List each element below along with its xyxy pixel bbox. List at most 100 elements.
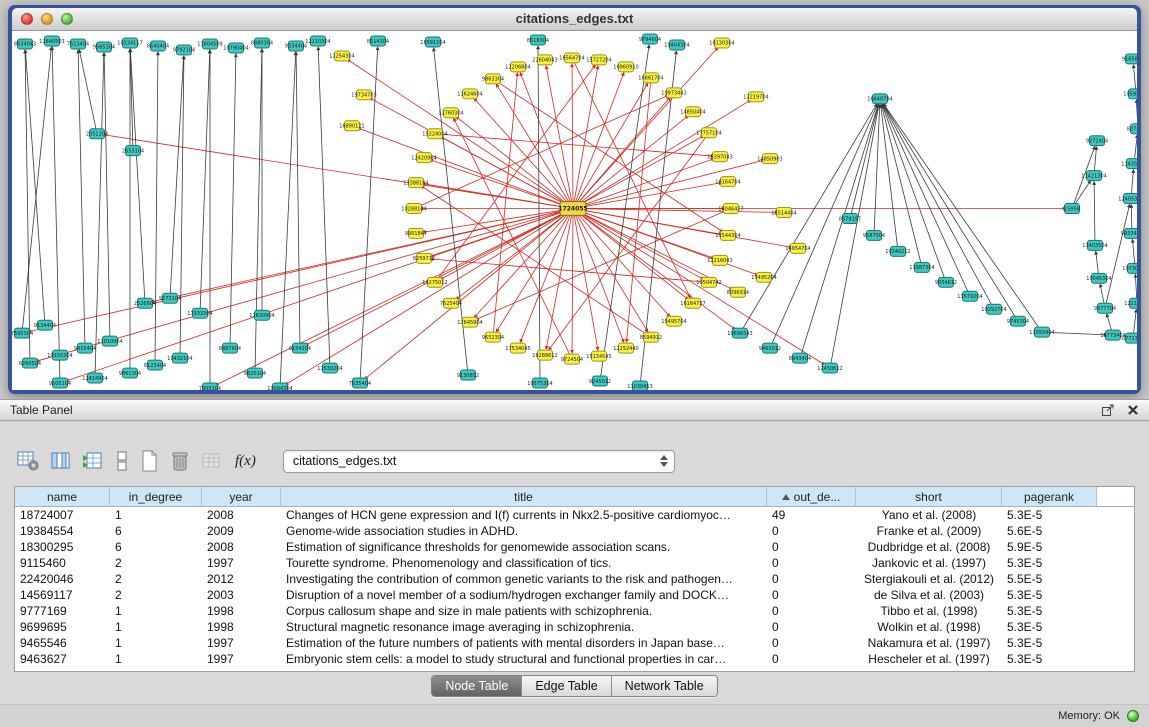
- graph-edge: [358, 128, 573, 209]
- table-header-cell[interactable]: pagerank: [1002, 487, 1097, 507]
- table-cell: 0: [767, 604, 856, 618]
- graph-edge: [104, 53, 110, 341]
- table-cell: Dudbridge et al. (2008): [856, 540, 1002, 554]
- graph-node-label: 15224004: [422, 132, 447, 138]
- graph-node-label: 15495704: [661, 319, 686, 325]
- table-row[interactable]: 1872400712008Changes of HCN gene express…: [15, 507, 1134, 523]
- table-cell: 0: [767, 524, 856, 538]
- graph-node-label: 10292704: [981, 307, 1006, 313]
- tab-edge-table[interactable]: Edge Table: [522, 676, 611, 696]
- dropdown-arrows-icon: [660, 455, 674, 467]
- network-window-titlebar[interactable]: citations_edges.txt: [12, 8, 1137, 31]
- graph-node-label: 9505104: [49, 381, 71, 387]
- graph-node-label: 2653104: [122, 148, 144, 154]
- table-row[interactable]: 1830029562008Estimation of significance …: [15, 539, 1134, 555]
- graph-node-label: 10150304: [47, 353, 72, 359]
- tab-node-table[interactable]: Node Table: [432, 676, 522, 696]
- graph-node-label: 8640404: [147, 44, 169, 50]
- show-columns-button[interactable]: [49, 448, 73, 474]
- new-file-button[interactable]: [138, 448, 160, 474]
- graph-node-label: 9652304: [482, 335, 504, 341]
- graph-node-label: 10340212: [885, 249, 910, 255]
- graph-node-label: 9165804: [1122, 57, 1137, 63]
- graph-edge: [103, 135, 573, 209]
- graph-node-label: 10288104: [401, 206, 426, 212]
- table-select-dropdown[interactable]: citations_edges.txt: [283, 450, 675, 473]
- table-header-cell[interactable]: in_degree: [110, 487, 202, 507]
- graph-edge: [215, 209, 573, 386]
- graph-node-label: 16164737: [680, 301, 705, 307]
- table-cell: 2008: [202, 508, 281, 522]
- graph-node-label: 11530204: [317, 366, 342, 372]
- table-cell: 1997: [202, 652, 281, 666]
- table-header-cell[interactable]: title: [281, 487, 767, 507]
- graph-node-label: 16648794: [867, 97, 892, 103]
- network-canvas[interactable]: 1724055160464271154430412216043105047421…: [12, 31, 1137, 390]
- table-header-cell[interactable]: short: [856, 487, 1002, 507]
- graph-node-label: 8518304: [527, 38, 549, 44]
- table-cell: Yano et al. (2008): [856, 508, 1002, 522]
- network-canvas-svg[interactable]: 1724055160464271154430412216043105047421…: [12, 31, 1137, 390]
- table-row[interactable]: 969969511998Structural magnetic resonanc…: [15, 619, 1134, 635]
- close-panel-icon[interactable]: [1127, 404, 1139, 416]
- network-window[interactable]: citations_edges.txt 17240551604642711544…: [8, 5, 1141, 394]
- graph-node-label: 8679197: [839, 216, 861, 222]
- graph-node-label: 12424904: [82, 376, 107, 382]
- graph-node-label: 2051104: [86, 132, 108, 138]
- table-row[interactable]: 1456911722003Disruption of a novel membe…: [15, 587, 1134, 603]
- table-settings-button[interactable]: [16, 448, 40, 474]
- table-header-cell[interactable]: name: [15, 487, 110, 507]
- graph-node-label: 12405304: [1118, 196, 1137, 202]
- table-cell: 1: [110, 652, 202, 666]
- float-panel-icon[interactable]: [1101, 403, 1115, 417]
- graph-node-label: 12219704: [743, 95, 768, 101]
- table-cell: 5.3E-5: [1002, 652, 1097, 666]
- graph-edge: [538, 46, 540, 383]
- graph-node-label: 11604509: [197, 42, 222, 48]
- graph-node-label: 7595304: [12, 331, 33, 337]
- window-minimize-button[interactable]: [41, 13, 53, 25]
- window-close-button[interactable]: [21, 13, 33, 25]
- graph-edge: [25, 50, 30, 363]
- graph-node-label: 2526604: [134, 301, 156, 307]
- graph-node-label: 8594912: [640, 335, 662, 341]
- table-row[interactable]: 911546021997Tourette syndrome. Phenomeno…: [15, 555, 1134, 571]
- table-panel-titlebar[interactable]: Table Panel: [0, 399, 1149, 421]
- tab-network-table[interactable]: Network Table: [612, 676, 717, 696]
- graph-node-label: 16164704: [715, 179, 740, 185]
- table-cell: Changes of HCN gene expression and I(f) …: [281, 508, 767, 522]
- import-table-button-disabled[interactable]: [200, 448, 224, 474]
- table-row[interactable]: 946362711997Embryonic stem cells: a mode…: [15, 651, 1134, 667]
- graph-node-label: 16591204: [420, 40, 445, 46]
- graph-node-label: 11987304: [909, 265, 934, 271]
- row-height-button[interactable]: [115, 448, 129, 474]
- table-cell: 0: [767, 620, 856, 634]
- edges-layer: [22, 45, 1137, 388]
- table-row[interactable]: 1938455462009Genome-wide association stu…: [15, 523, 1134, 539]
- table-header-cell[interactable]: year: [202, 487, 281, 507]
- table-mode-tabs: Node Table Edge Table Network Table: [0, 675, 1149, 697]
- graph-node-label: 12450612: [817, 366, 842, 372]
- delete-button[interactable]: [169, 448, 191, 474]
- graph-node-label: 8514304: [367, 39, 389, 45]
- table-header-label: in_degree: [129, 490, 182, 504]
- table-header-cell[interactable]: out_de...: [767, 487, 856, 507]
- graph-node-label: 10698343: [727, 331, 752, 337]
- graph-node-label: 12760304: [438, 111, 463, 117]
- table-row[interactable]: 2242004622012Investigating the contribut…: [15, 571, 1134, 587]
- edit-columns-button[interactable]: [82, 448, 106, 474]
- graph-edge: [573, 209, 735, 330]
- graph-edge: [285, 209, 573, 385]
- table-row[interactable]: 946554611997Estimation of the future num…: [15, 635, 1134, 651]
- memory-status-indicator[interactable]: [1127, 710, 1139, 722]
- table-cell: 0: [767, 636, 856, 650]
- table-cell: 5.9E-5: [1002, 540, 1097, 554]
- graph-node-label: 15134545: [586, 354, 611, 360]
- graph-node-label: 9587504: [863, 233, 885, 239]
- table-cell: 2: [110, 556, 202, 570]
- table-cell: 5.5E-5: [1002, 572, 1097, 586]
- window-zoom-button[interactable]: [61, 13, 73, 25]
- graph-edge: [1094, 182, 1095, 246]
- function-builder-button[interactable]: f(x): [233, 448, 258, 474]
- table-row[interactable]: 977716911998Corpus callosum shape and si…: [15, 603, 1134, 619]
